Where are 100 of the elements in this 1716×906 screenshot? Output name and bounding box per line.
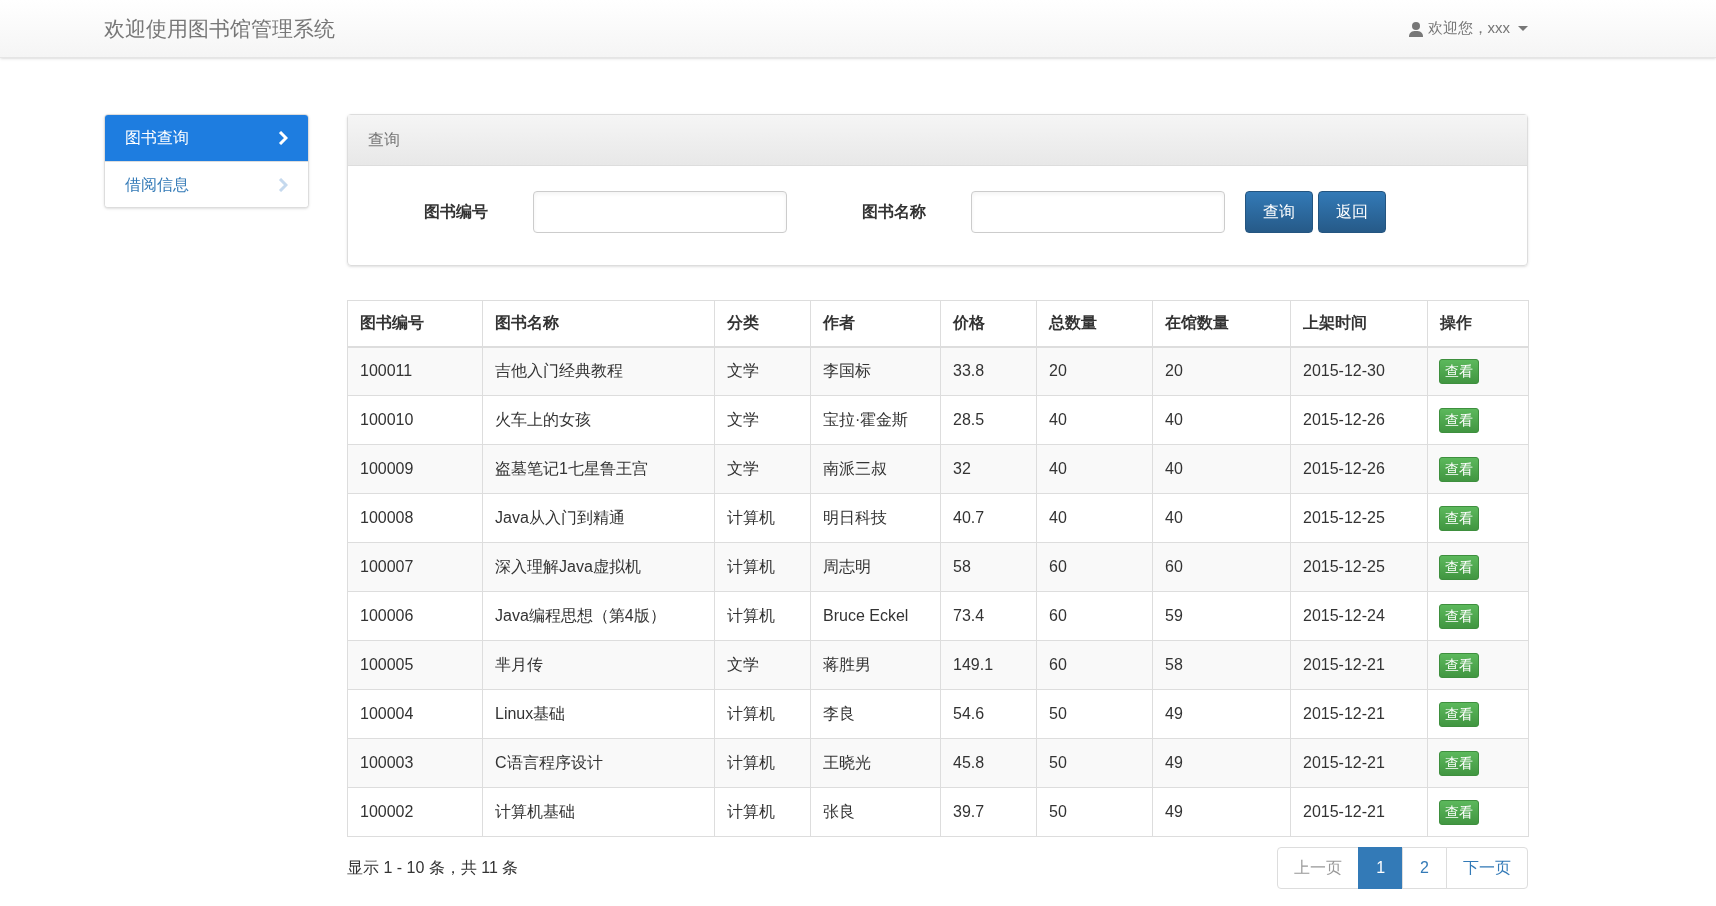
- table-cell: 深入理解Java虚拟机: [482, 542, 715, 592]
- table-cell: 28.5: [940, 395, 1037, 445]
- action-button[interactable]: 查询: [1245, 190, 1313, 233]
- table-cell: 20: [1036, 346, 1153, 396]
- table-cell: 100010: [347, 395, 483, 445]
- view-button[interactable]: 查看: [1439, 603, 1479, 629]
- table-cell: 100004: [347, 689, 483, 739]
- table-cell: 明日科技: [810, 493, 941, 543]
- table-cell: 2015-12-24: [1290, 591, 1428, 641]
- chevron-right-icon: [278, 131, 288, 145]
- table-cell: 2015-12-21: [1290, 787, 1428, 837]
- view-button[interactable]: 查看: [1439, 505, 1479, 531]
- table-cell: 40: [1036, 493, 1153, 543]
- table-cell: 54.6: [940, 689, 1037, 739]
- table-cell: 火车上的女孩: [482, 395, 715, 445]
- table-cell: 100009: [347, 444, 483, 494]
- field-label: 图书编号: [424, 201, 489, 222]
- app-title: 欢迎使用图书馆管理系统: [104, 15, 335, 42]
- table-cell: 40: [1152, 444, 1291, 494]
- user-icon: [1407, 20, 1424, 37]
- sidebar-item[interactable]: 借阅信息: [105, 161, 308, 207]
- column-header: 操作: [1427, 300, 1529, 347]
- field-label: 图书名称: [862, 201, 927, 222]
- table-cell: 王晓光: [810, 738, 941, 788]
- input-field[interactable]: [971, 190, 1225, 233]
- table-cell: 吉他入门经典教程: [482, 346, 715, 396]
- table-cell: 60: [1036, 542, 1153, 592]
- user-menu[interactable]: 欢迎您，xxx: [1407, 17, 1528, 40]
- table-cell: 李国标: [810, 346, 941, 396]
- table-cell: 计算机: [714, 787, 811, 837]
- table-cell: Linux基础: [482, 689, 715, 739]
- table-cell: 文学: [714, 444, 811, 494]
- table-cell: 2015-12-26: [1290, 395, 1428, 445]
- table-cell: 40: [1152, 395, 1291, 445]
- table-cell: 100002: [347, 787, 483, 837]
- table-cell: 50: [1036, 787, 1153, 837]
- table-cell: 2015-12-30: [1290, 346, 1428, 396]
- table-cell: 盗墓笔记1七星鲁王宫: [482, 444, 715, 494]
- table-cell: 45.8: [940, 738, 1037, 788]
- view-button[interactable]: 查看: [1439, 750, 1479, 776]
- table-cell: 60: [1036, 591, 1153, 641]
- column-header: 作者: [810, 300, 941, 347]
- table-cell: 2015-12-25: [1290, 542, 1428, 592]
- table-cell: Java编程思想（第4版）: [482, 591, 715, 641]
- table-cell: 33.8: [940, 346, 1037, 396]
- sidebar-item[interactable]: 图书查询: [105, 115, 308, 161]
- table-cell: 文学: [714, 395, 811, 445]
- view-button[interactable]: 查看: [1439, 407, 1479, 433]
- next-page-link[interactable]: 下一页: [1446, 847, 1528, 889]
- view-button[interactable]: 查看: [1439, 554, 1479, 580]
- table-cell: 宝拉·霍金斯: [810, 395, 941, 445]
- page-link[interactable]: 2: [1402, 847, 1447, 889]
- view-button[interactable]: 查看: [1439, 456, 1479, 482]
- caret-icon: [1518, 25, 1528, 32]
- table-cell: 49: [1152, 689, 1291, 739]
- panel-title: 查询: [368, 130, 400, 150]
- table-cell: 50: [1036, 738, 1153, 788]
- view-button[interactable]: 查看: [1439, 701, 1479, 727]
- column-header: 分类: [714, 300, 811, 347]
- table-cell: 40: [1036, 395, 1153, 445]
- table-cell: 59: [1152, 591, 1291, 641]
- table-cell: 58: [1152, 640, 1291, 690]
- table-cell: C语言程序设计: [482, 738, 715, 788]
- action-button[interactable]: 返回: [1318, 190, 1386, 233]
- table-cell: 39.7: [940, 787, 1037, 837]
- table-cell: 100011: [347, 346, 483, 396]
- table-cell: Java从入门到精通: [482, 493, 715, 543]
- table-cell: 20: [1152, 346, 1291, 396]
- table-cell: 计算机: [714, 689, 811, 739]
- table-cell: 2015-12-25: [1290, 493, 1428, 543]
- table-cell: 32: [940, 444, 1037, 494]
- chevron-right-icon: [278, 177, 288, 192]
- table-cell: 张良: [810, 787, 941, 837]
- column-header: 总数量: [1036, 300, 1153, 347]
- table-cell: 计算机: [714, 493, 811, 543]
- table-cell: 文学: [714, 346, 811, 396]
- table-cell: 2015-12-21: [1290, 640, 1428, 690]
- table-cell: 计算机: [714, 542, 811, 592]
- table-cell: 49: [1152, 787, 1291, 837]
- table-cell: 60: [1152, 542, 1291, 592]
- table-cell: 计算机基础: [482, 787, 715, 837]
- table-cell: 100003: [347, 738, 483, 788]
- table-cell: 李良: [810, 689, 941, 739]
- page-link[interactable]: 1: [1358, 847, 1404, 889]
- column-header: 在馆数量: [1152, 300, 1291, 347]
- table-cell: 文学: [714, 640, 811, 690]
- table-cell: 2015-12-26: [1290, 444, 1428, 494]
- table-cell: 2015-12-21: [1290, 689, 1428, 739]
- table-cell: 149.1: [940, 640, 1037, 690]
- table-cell: 49: [1152, 738, 1291, 788]
- view-button[interactable]: 查看: [1439, 358, 1479, 384]
- table-cell: Bruce Eckel: [810, 591, 941, 641]
- table-cell: 芈月传: [482, 640, 715, 690]
- table-cell: 58: [940, 542, 1037, 592]
- input-field[interactable]: [533, 190, 787, 233]
- table-cell: 40.7: [940, 493, 1037, 543]
- view-button[interactable]: 查看: [1439, 652, 1479, 678]
- table-cell: 蒋胜男: [810, 640, 941, 690]
- view-button[interactable]: 查看: [1439, 799, 1479, 825]
- table-cell: 南派三叔: [810, 444, 941, 494]
